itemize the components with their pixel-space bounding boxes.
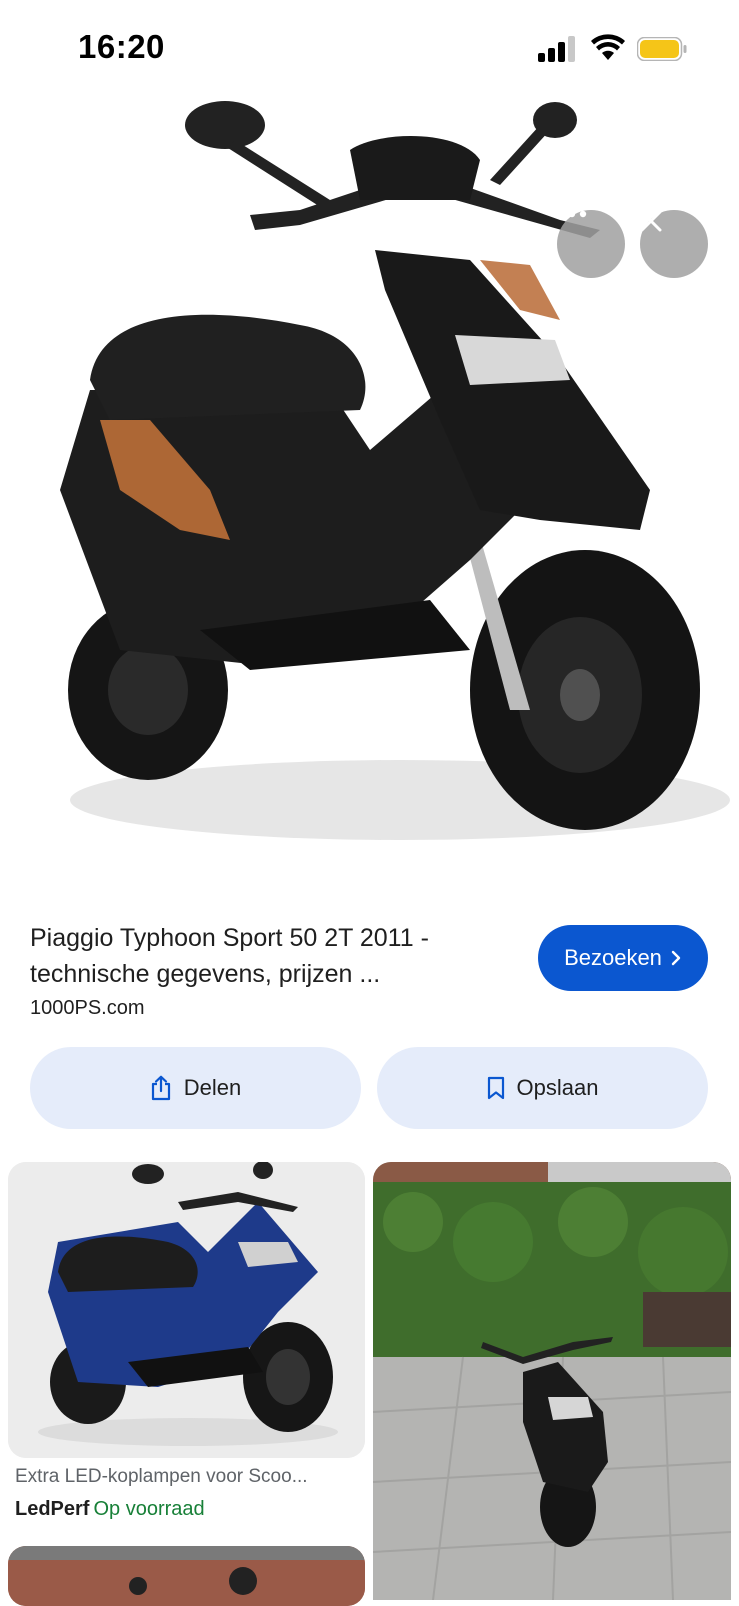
related-image-tile[interactable] — [373, 1162, 731, 1600]
share-button-label: Delen — [183, 1075, 242, 1100]
scooter-image[interactable] — [0, 90, 739, 880]
save-button-label: Opslaan — [516, 1075, 599, 1100]
visit-button[interactable]: Bezoeken — [538, 925, 708, 991]
share-button[interactable]: Delen — [30, 1047, 361, 1129]
related-source: LedPerf Op voorraad — [15, 1498, 205, 1521]
status-time: 16:20 — [78, 28, 165, 65]
chevron-right-icon — [671, 950, 681, 966]
related-image-tile[interactable] — [8, 1162, 365, 1458]
cellular-signal-icon — [538, 36, 578, 62]
battery-icon — [637, 37, 687, 61]
visit-button-label: Bezoeken — [564, 945, 662, 970]
related-store: LedPerf — [15, 1498, 90, 1520]
more-options-button[interactable] — [557, 210, 625, 278]
share-icon — [151, 1075, 170, 1101]
more-horizontal-icon — [557, 210, 587, 218]
status-bar: 16:20 — [0, 0, 739, 90]
related-caption[interactable]: Extra LED-koplampen voor Scoo... — [15, 1466, 360, 1488]
availability-badge: Op voorraad — [93, 1498, 205, 1520]
bookmark-icon — [487, 1076, 504, 1100]
save-button[interactable]: Opslaan — [377, 1047, 708, 1129]
result-title[interactable]: Piaggio Typhoon Sport 50 2T 2011 - techn… — [30, 920, 500, 992]
related-image-tile[interactable] — [8, 1546, 365, 1606]
close-button[interactable] — [640, 210, 708, 278]
wifi-icon — [591, 34, 625, 60]
close-icon — [640, 210, 662, 232]
result-source: 1000PS.com — [30, 997, 145, 1019]
